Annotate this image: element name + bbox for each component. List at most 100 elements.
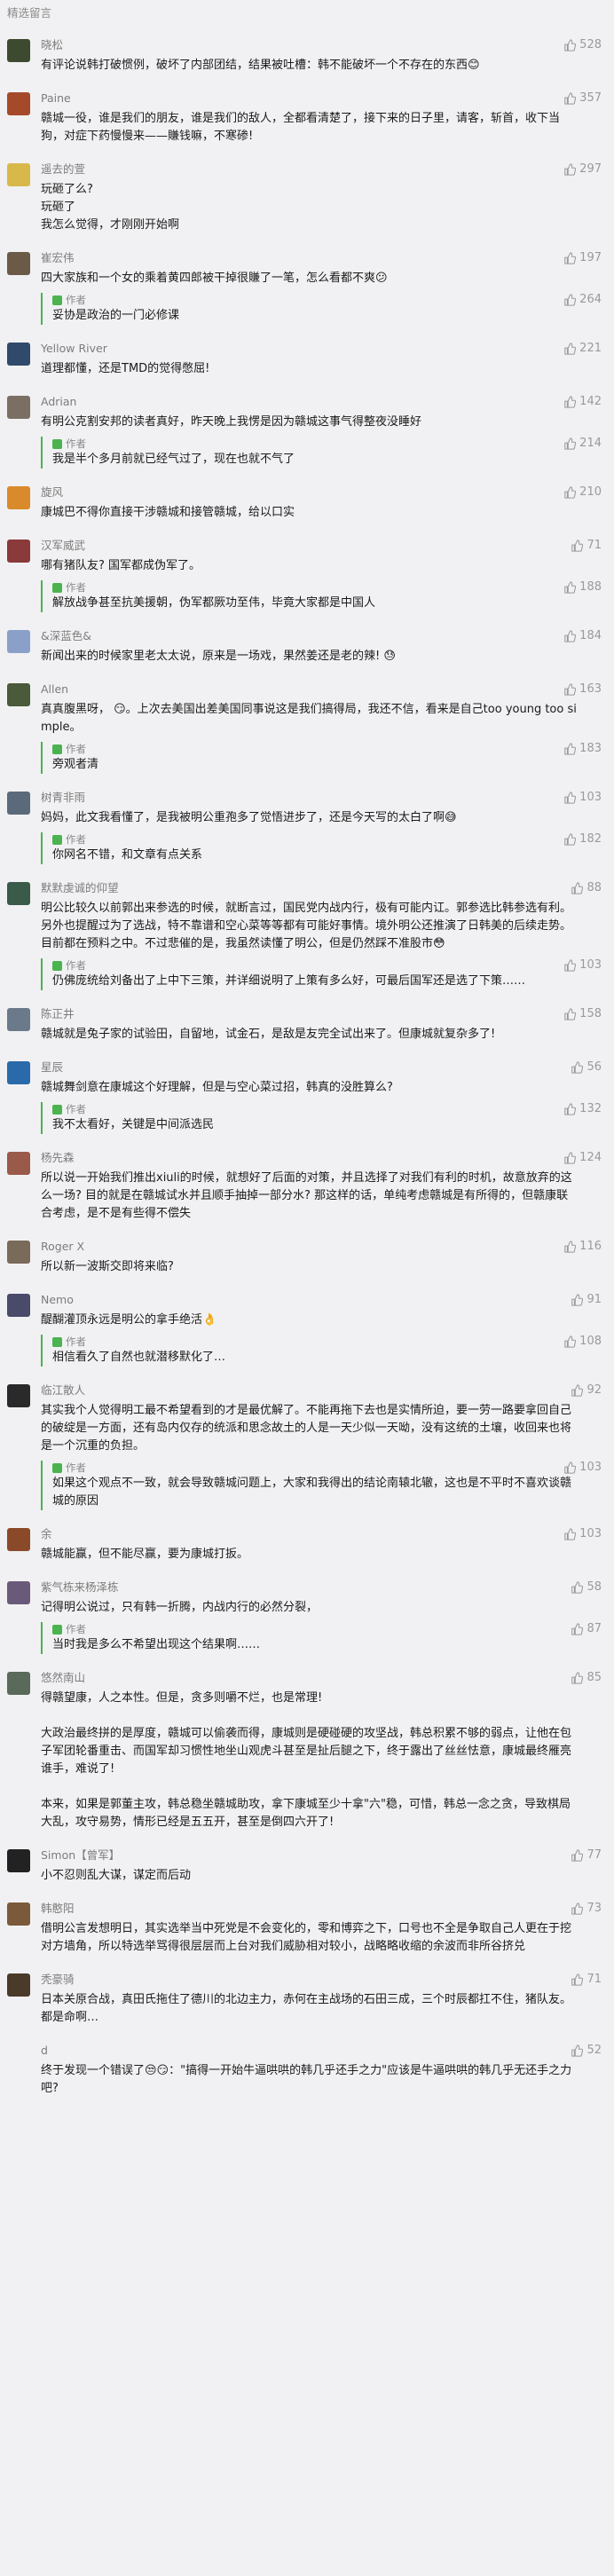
author-label-text: 作者 (66, 294, 86, 306)
author-reply: 作者 108 相信看久了自然也就潜移默化了… (41, 1335, 602, 1367)
like-button[interactable]: 184 (563, 628, 602, 644)
comment-author-name[interactable]: 秃豪骑 (41, 1972, 602, 1988)
like-button[interactable]: 124 (563, 1150, 602, 1166)
avatar[interactable] (7, 2044, 30, 2068)
avatar[interactable] (7, 1528, 30, 1551)
avatar[interactable] (7, 39, 30, 62)
comment-item: Roger X 116 所以新一波斯交即将来临? (0, 1228, 614, 1281)
like-button[interactable]: 56 (571, 1060, 602, 1075)
avatar[interactable] (7, 343, 30, 366)
thumbs-up-icon (563, 343, 577, 355)
avatar[interactable] (7, 1581, 30, 1604)
comment-author-name[interactable]: Simon【曾军】 (41, 1847, 602, 1863)
comment-author-name[interactable]: 星辰 (41, 1060, 602, 1075)
reply-like-button[interactable]: 182 (563, 832, 602, 846)
like-button[interactable]: 158 (563, 1006, 602, 1022)
comment-author-name[interactable]: 默默虔诚的仰望 (41, 880, 602, 896)
like-button[interactable]: 163 (563, 681, 602, 697)
like-button[interactable]: 77 (571, 1847, 602, 1863)
like-button[interactable]: 103 (563, 790, 602, 806)
author-label-text: 作者 (66, 437, 86, 450)
avatar[interactable] (7, 1152, 30, 1175)
avatar[interactable] (7, 1061, 30, 1084)
avatar[interactable] (7, 92, 30, 115)
comment-author-name[interactable]: &深蓝色& (41, 628, 602, 644)
like-button[interactable]: 73 (571, 1901, 602, 1917)
like-button[interactable]: 58 (571, 1579, 602, 1595)
avatar[interactable] (7, 1672, 30, 1695)
reply-like-button[interactable]: 214 (563, 437, 602, 450)
reply-like-button[interactable]: 87 (571, 1622, 602, 1635)
like-button[interactable]: 85 (571, 1670, 602, 1686)
comment-author-name[interactable]: d (41, 2043, 602, 2059)
like-button[interactable]: 71 (571, 538, 602, 554)
comment-author-name[interactable]: 树青非雨 (41, 790, 602, 806)
like-button[interactable]: 357 (563, 91, 602, 106)
like-button[interactable]: 116 (563, 1239, 602, 1255)
reply-like-button[interactable]: 188 (563, 580, 602, 594)
comment-author-name[interactable]: 临江散人 (41, 1383, 602, 1398)
comment-text: 真真腹黑呀， 😏。上次去美国出差美国同事说这是我们搞得局，我还不信，看来是自己t… (41, 703, 577, 734)
like-button[interactable]: 221 (563, 341, 602, 357)
avatar[interactable] (7, 252, 30, 275)
comment-author-name[interactable]: 崔宏伟 (41, 250, 602, 266)
reply-like-button[interactable]: 103 (563, 1461, 602, 1474)
comment-author-name[interactable]: 晓松 (41, 37, 602, 53)
comment-item: 韩憨阳 73 借明公言发想明日，其实选举当中死党是不会变化的，零和博弈之下，口号也不… (0, 1890, 614, 1961)
avatar[interactable] (7, 1294, 30, 1317)
comment-author-name[interactable]: Allen (41, 681, 602, 697)
comment-author-name[interactable]: 韩憨阳 (41, 1901, 602, 1917)
like-button[interactable]: 91 (571, 1292, 602, 1308)
avatar[interactable] (7, 630, 30, 653)
reply-like-button[interactable]: 183 (563, 742, 602, 755)
reply-like-button[interactable]: 264 (563, 293, 602, 306)
avatar[interactable] (7, 163, 30, 186)
avatar[interactable] (7, 540, 30, 563)
comment-author-name[interactable]: 紫气栋来杨泽栋 (41, 1579, 602, 1595)
like-button[interactable]: 528 (563, 37, 602, 53)
comment-author-name[interactable]: 旋风 (41, 484, 602, 500)
avatar[interactable] (7, 486, 30, 509)
like-button[interactable]: 103 (563, 1526, 602, 1542)
thumbs-up-icon (563, 1152, 577, 1164)
comment-author-name[interactable]: Nemo (41, 1292, 602, 1308)
comment-item: Yellow River 221 道理都懂，还是TMD的觉得憋屈! (0, 330, 614, 383)
avatar[interactable] (7, 396, 30, 419)
comment-author-name[interactable]: Yellow River (41, 341, 602, 357)
comment-list: 晓松 528 有评论说韩打破惯例，破坏了内部团结，结果被吐槽：韩不能破坏一个不存在的… (0, 27, 614, 2103)
like-button[interactable]: 52 (571, 2043, 602, 2059)
comment-author-name[interactable]: 悠然南山 (41, 1670, 602, 1686)
comment-author-name[interactable]: Adrian (41, 394, 602, 410)
comment-author-name[interactable]: 汉军威武 (41, 538, 602, 554)
comment-author-name[interactable]: Roger X (41, 1239, 602, 1255)
like-button[interactable]: 88 (571, 880, 602, 896)
comment-author-name[interactable]: 遥去的萱 (41, 161, 602, 177)
avatar[interactable] (7, 1849, 30, 1872)
comment-author-name[interactable]: Paine (41, 91, 602, 106)
like-button[interactable]: 92 (571, 1383, 602, 1398)
comment-text: 赣城舞剑意在康城这个好理解，但是与空心菜过招，韩真的没胜算么? (41, 1081, 393, 1094)
like-button[interactable]: 197 (563, 250, 602, 266)
avatar[interactable] (7, 1973, 30, 1997)
reply-like-button[interactable]: 108 (563, 1335, 602, 1348)
like-button[interactable]: 210 (563, 484, 602, 500)
like-button[interactable]: 297 (563, 161, 602, 177)
author-reply: 作者 214 我是半个多月前就已经气过了，现在也就不气了 (41, 437, 602, 469)
thumbs-up-icon (563, 958, 577, 972)
comment-author-name[interactable]: 余 (41, 1526, 602, 1542)
comment-author-name[interactable]: 陈正井 (41, 1006, 602, 1022)
avatar[interactable] (7, 882, 30, 905)
comment-author-name[interactable]: 杨先森 (41, 1150, 602, 1166)
like-button[interactable]: 142 (563, 394, 602, 410)
reply-like-button[interactable]: 103 (563, 958, 602, 972)
like-count: 103 (579, 791, 602, 804)
avatar[interactable] (7, 683, 30, 706)
like-button[interactable]: 71 (571, 1972, 602, 1988)
reply-like-button[interactable]: 132 (563, 1102, 602, 1115)
avatar[interactable] (7, 792, 30, 815)
comment-item: 遥去的萱 297 玩砸了么? 玩砸了 我怎么觉得，才刚刚开始啊 (0, 151, 614, 240)
avatar[interactable] (7, 1241, 30, 1264)
avatar[interactable] (7, 1902, 30, 1926)
avatar[interactable] (7, 1008, 30, 1031)
avatar[interactable] (7, 1384, 30, 1407)
